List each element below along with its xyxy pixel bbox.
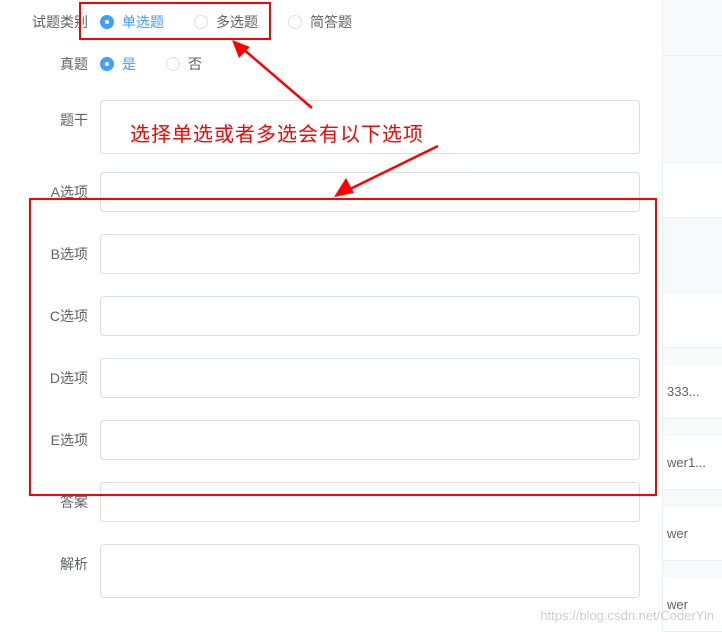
- radio-multi-choice[interactable]: 多选题: [194, 12, 258, 32]
- radio-short-answer[interactable]: 简答题: [288, 12, 352, 32]
- row-question-type: 试题类别 单选题 多选题 简答题: [0, 12, 662, 32]
- answer-input[interactable]: [100, 482, 640, 522]
- label-answer: 答案: [30, 492, 88, 512]
- label-is-real: 真题: [58, 54, 88, 74]
- radio-single-choice[interactable]: 单选题: [100, 12, 164, 32]
- radio-yes[interactable]: 是: [100, 54, 136, 74]
- option-e-input[interactable]: [100, 420, 640, 460]
- bg-cell: wer: [667, 526, 688, 541]
- radio-label: 简答题: [310, 12, 352, 32]
- label-analysis: 解析: [30, 544, 88, 574]
- bg-row: wer: [663, 507, 722, 561]
- bg-row: wer: [663, 578, 722, 632]
- label-option-a: A选项: [30, 182, 88, 202]
- bg-row: [663, 164, 722, 218]
- label-option-b: B选项: [30, 244, 88, 264]
- row-option-d: D选项: [0, 358, 662, 398]
- label-question-type: 试题类别: [30, 12, 88, 32]
- option-c-input[interactable]: [100, 296, 640, 336]
- row-stem: 题干: [0, 100, 662, 154]
- option-b-input[interactable]: [100, 234, 640, 274]
- radio-label: 否: [188, 54, 202, 74]
- row-answer: 答案: [0, 482, 662, 522]
- bg-row: 333...: [663, 365, 722, 419]
- radio-group-is-real: 是 否: [100, 54, 232, 74]
- label-option-c: C选项: [30, 306, 88, 326]
- background-table-strip: 333... wer1... wer wer: [662, 0, 722, 631]
- radio-group-question-type: 单选题 多选题 简答题: [100, 12, 382, 32]
- row-is-real: 真题 是 否: [0, 54, 662, 74]
- bg-cell: wer1...: [667, 455, 706, 470]
- row-option-a: A选项: [0, 172, 662, 212]
- label-option-e: E选项: [30, 430, 88, 450]
- radio-no[interactable]: 否: [166, 54, 202, 74]
- option-d-input[interactable]: [100, 358, 640, 398]
- bg-cell: 333...: [667, 384, 700, 399]
- bg-cell: [667, 183, 671, 198]
- row-option-e: E选项: [0, 420, 662, 460]
- radio-icon: [166, 57, 180, 71]
- option-a-input[interactable]: [100, 172, 640, 212]
- analysis-input[interactable]: [100, 544, 640, 598]
- label-stem: 题干: [30, 100, 88, 130]
- bg-header: [663, 0, 722, 56]
- radio-icon: [100, 57, 114, 71]
- row-option-b: B选项: [0, 234, 662, 274]
- radio-label: 是: [122, 54, 136, 74]
- stem-input[interactable]: [100, 100, 640, 154]
- form-panel: 试题类别 单选题 多选题 简答题 真题 是 否: [0, 0, 662, 631]
- label-option-d: D选项: [30, 368, 88, 388]
- bg-row: [663, 294, 722, 348]
- radio-icon: [194, 15, 208, 29]
- radio-label: 单选题: [122, 12, 164, 32]
- radio-label: 多选题: [216, 12, 258, 32]
- radio-icon: [288, 15, 302, 29]
- bg-cell: wer: [667, 597, 688, 612]
- row-analysis: 解析: [0, 544, 662, 598]
- radio-icon: [100, 15, 114, 29]
- bg-row: wer1...: [663, 436, 722, 490]
- row-option-c: C选项: [0, 296, 662, 336]
